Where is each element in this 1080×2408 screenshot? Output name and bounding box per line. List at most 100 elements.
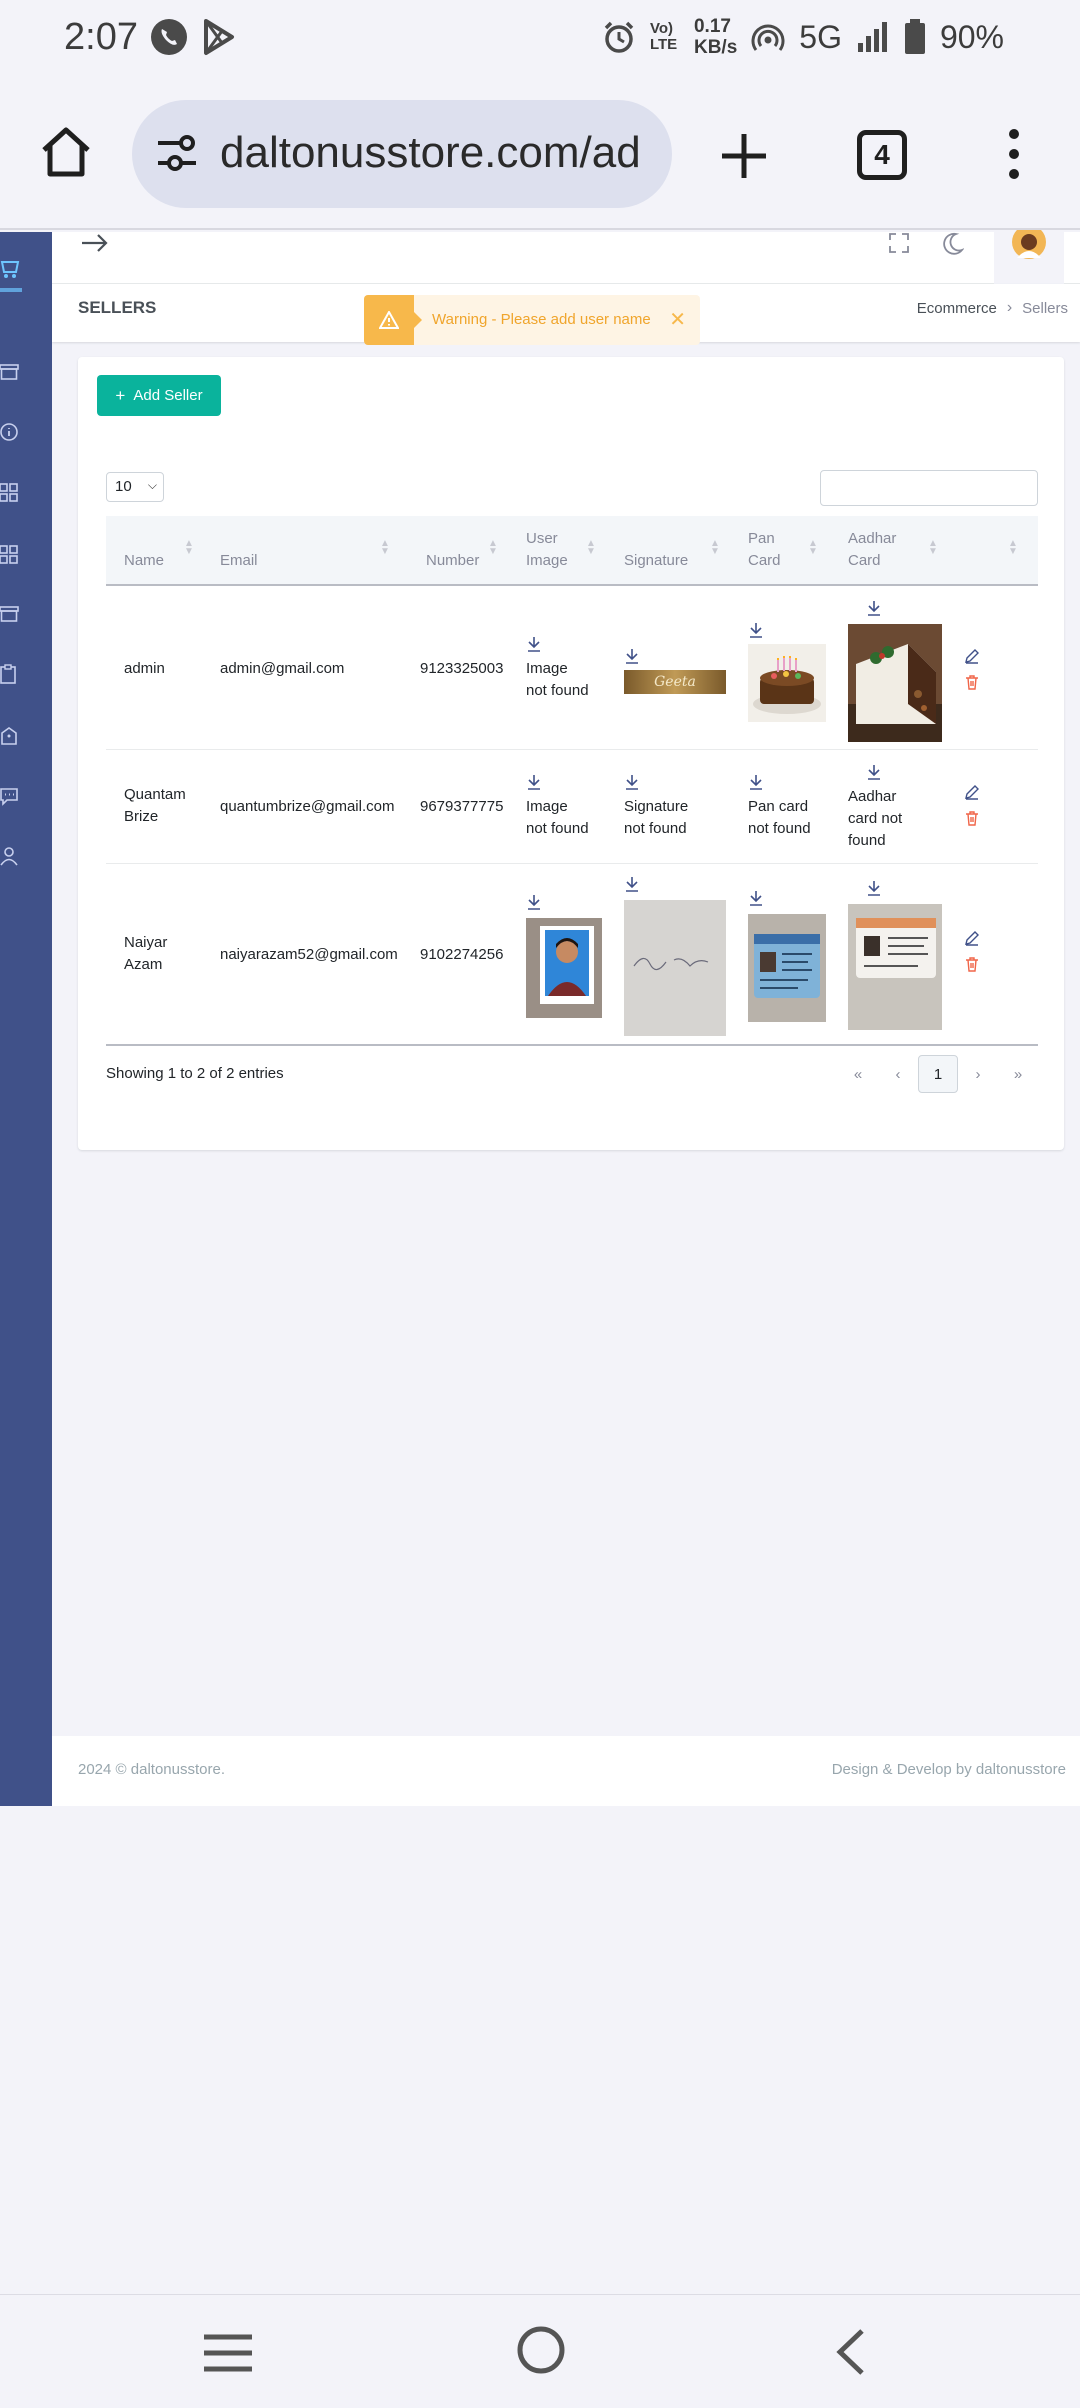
download-icon[interactable]	[748, 622, 764, 638]
signature-image[interactable]: Geeta	[624, 670, 726, 694]
add-seller-button[interactable]: + Add Seller	[97, 375, 221, 416]
user-photo-image[interactable]	[526, 918, 602, 1018]
sort-icon[interactable]: ▲ ▼	[928, 539, 938, 557]
battery-icon	[904, 19, 925, 54]
address-bar[interactable]: daltonusstore.com/ad	[132, 100, 672, 208]
pan-card-image[interactable]	[748, 914, 826, 1022]
download-icon[interactable]	[624, 774, 640, 790]
column-header-pan-line1[interactable]: Pan	[748, 528, 775, 550]
signal-icon	[857, 22, 887, 52]
download-icon[interactable]	[526, 894, 542, 910]
page-first-button[interactable]: «	[838, 1055, 878, 1093]
info-icon[interactable]	[0, 422, 20, 442]
search-input[interactable]	[820, 470, 1038, 506]
dark-mode-icon[interactable]	[940, 232, 964, 256]
seller-email: admin@gmail.com	[220, 660, 345, 677]
tab-switcher-button[interactable]: 4	[857, 130, 907, 180]
site-settings-icon[interactable]	[154, 130, 200, 176]
breadcrumb: Ecommerce › Sellers	[917, 299, 1068, 317]
sort-icon[interactable]: ▲ ▼	[488, 539, 498, 557]
page-length-select[interactable]: 10 ⌵	[106, 472, 164, 502]
download-icon[interactable]	[748, 774, 764, 790]
page-current-button[interactable]: 1	[918, 1055, 958, 1093]
download-icon[interactable]	[624, 876, 640, 892]
new-tab-icon[interactable]	[716, 128, 772, 184]
seller-email: quantumbrize@gmail.com	[220, 798, 395, 815]
table-info: Showing 1 to 2 of 2 entries	[106, 1065, 284, 1082]
url-text[interactable]: daltonusstore.com/ad	[220, 128, 641, 178]
download-icon[interactable]	[526, 636, 542, 652]
column-header-email[interactable]: Email	[220, 550, 258, 572]
pan-card-image[interactable]	[748, 644, 826, 722]
column-header-user-image-line1[interactable]: User	[526, 528, 558, 550]
more-menu-icon[interactable]	[1000, 126, 1028, 182]
grid-icon[interactable]	[0, 544, 20, 564]
page-next-button[interactable]: ›	[958, 1055, 998, 1093]
edit-icon[interactable]	[964, 930, 980, 946]
column-header-signature[interactable]: Signature	[624, 550, 688, 572]
page-prev-button[interactable]: ‹	[878, 1055, 918, 1093]
user-icon[interactable]	[0, 846, 20, 866]
edit-icon[interactable]	[964, 784, 980, 800]
table-row: Quantam Brize quantumbrize@gmail.com 967…	[106, 750, 1038, 864]
sort-icon[interactable]: ▲ ▼	[184, 539, 194, 557]
sort-icon[interactable]: ▲ ▼	[808, 539, 818, 557]
download-icon[interactable]	[866, 880, 882, 896]
column-header-name[interactable]: Name	[124, 550, 164, 572]
column-header-number[interactable]: Number	[426, 550, 479, 572]
clipboard-icon[interactable]	[0, 664, 20, 684]
download-icon[interactable]	[866, 764, 882, 780]
grid-icon[interactable]	[0, 482, 20, 502]
net-speed-unit: KB/s	[693, 37, 738, 58]
close-icon[interactable]: ✕	[669, 307, 686, 332]
archive-icon[interactable]	[0, 604, 20, 624]
signature-image[interactable]	[624, 900, 726, 1036]
brand-logo-icon[interactable]	[0, 258, 22, 300]
avatar[interactable]	[994, 230, 1064, 284]
footer: 2024 © daltonusstore. Design & Develop b…	[52, 1736, 1080, 1806]
download-icon[interactable]	[526, 774, 542, 790]
column-header-aadhar-line2[interactable]: Card	[848, 550, 881, 572]
column-header-pan-line2[interactable]: Card	[748, 550, 781, 572]
download-icon[interactable]	[624, 648, 640, 664]
breadcrumb-ecommerce[interactable]: Ecommerce	[917, 300, 997, 317]
delete-icon[interactable]	[964, 674, 980, 690]
page-last-button[interactable]: »	[998, 1055, 1038, 1093]
chevron-down-icon: ⌵	[147, 478, 157, 492]
warning-toast: Warning - Please add user name ✕	[364, 295, 700, 345]
sort-icon[interactable]: ▲ ▼	[710, 539, 720, 557]
sort-icon[interactable]: ▲ ▼	[380, 539, 390, 557]
home-nav-icon[interactable]	[516, 2325, 566, 2375]
broken-aadhar-alt: Aadhar	[848, 788, 897, 805]
system-nav-bar	[0, 2294, 1080, 2408]
hotspot-icon	[751, 24, 785, 51]
arrow-right-icon[interactable]	[80, 232, 110, 254]
edit-icon[interactable]	[964, 648, 980, 664]
message-icon[interactable]	[0, 786, 20, 806]
column-header-aadhar-line1[interactable]: Aadhar	[848, 528, 896, 550]
delete-icon[interactable]	[964, 956, 980, 972]
home-icon[interactable]	[38, 124, 94, 180]
shopping-bag-icon[interactable]	[0, 726, 20, 746]
column-header-user-image-line2[interactable]: Image	[526, 550, 568, 572]
broken-aadhar-alt: found	[848, 832, 886, 849]
status-right-group: Vo) LTE 0.17 KB/s 5G 90%	[602, 16, 1004, 58]
aadhar-card-image[interactable]	[848, 904, 942, 1030]
broken-signature-alt: not found	[624, 820, 687, 837]
aadhar-card-image[interactable]	[848, 624, 942, 742]
table-row: Naiyar Azam naiyarazam52@gmail.com 91022…	[106, 864, 1038, 1046]
toast-pointer	[414, 312, 422, 328]
recent-apps-icon[interactable]	[202, 2331, 254, 2375]
seller-number: 9679377775	[420, 798, 504, 815]
sort-icon[interactable]: ▲ ▼	[586, 539, 596, 557]
broken-image-alt: not found	[526, 682, 589, 699]
fullscreen-icon[interactable]	[888, 232, 910, 254]
download-icon[interactable]	[866, 600, 882, 616]
sort-icon[interactable]: ▲ ▼	[1008, 539, 1018, 557]
archive-icon[interactable]	[0, 362, 20, 382]
delete-icon[interactable]	[964, 810, 980, 826]
download-icon[interactable]	[748, 890, 764, 906]
back-icon[interactable]	[830, 2327, 870, 2377]
page-length-value: 10	[115, 478, 132, 495]
chevron-right-icon: ›	[1006, 299, 1013, 316]
